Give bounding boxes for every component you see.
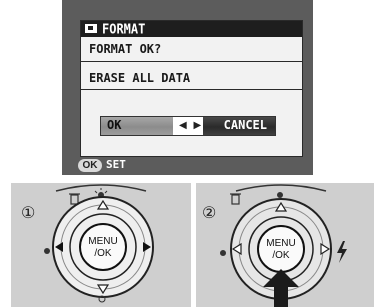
ok-button-label: OK xyxy=(107,118,122,132)
ok-badge-label: OK xyxy=(82,160,98,171)
left-right-arrows-icon: ◀ ▶ xyxy=(179,120,204,131)
dialog-title: FORMAT xyxy=(102,21,146,37)
step-1-panel: MENU /OK ① xyxy=(11,183,191,307)
ok-button[interactable]: OK xyxy=(101,117,173,135)
trash-icon xyxy=(230,193,241,205)
menu-ok-button xyxy=(257,225,305,273)
divider xyxy=(81,61,302,62)
menu-label-line2: /OK xyxy=(94,248,112,259)
format-dialog: FORMAT FORMAT OK? ERASE ALL DATA OK ◀ ▶ … xyxy=(80,20,303,157)
cancel-button[interactable]: CANCEL xyxy=(203,117,275,135)
step-2-panel: MENU /OK ② xyxy=(196,183,374,307)
format-card-icon xyxy=(85,24,97,33)
choice-bar: OK ◀ ▶ CANCEL xyxy=(100,116,276,136)
control-dial-illustration: MENU /OK xyxy=(44,184,154,303)
step-1-number: ① xyxy=(21,205,36,222)
brightness-icon xyxy=(277,192,283,198)
dialog-title-bar: FORMAT xyxy=(81,21,302,37)
macro-icon xyxy=(220,250,226,256)
divider xyxy=(81,89,302,90)
flash-icon xyxy=(337,241,347,263)
menu-label-line1: MENU xyxy=(88,236,117,247)
dial-top-arc xyxy=(235,184,327,192)
erase-warning: ERASE ALL DATA xyxy=(89,71,191,85)
menu-ok-button xyxy=(79,223,127,271)
set-label: SET xyxy=(106,158,126,171)
control-dial-illustration: MENU /OK xyxy=(220,184,347,307)
macro-icon xyxy=(44,248,50,254)
menu-label-line1: MENU xyxy=(266,238,295,249)
cancel-button-label: CANCEL xyxy=(223,118,267,132)
ok-badge: OK xyxy=(78,159,102,172)
menu-label-line2: /OK xyxy=(272,250,290,261)
format-question: FORMAT OK? xyxy=(89,42,162,56)
step-2-number: ② xyxy=(202,205,217,222)
